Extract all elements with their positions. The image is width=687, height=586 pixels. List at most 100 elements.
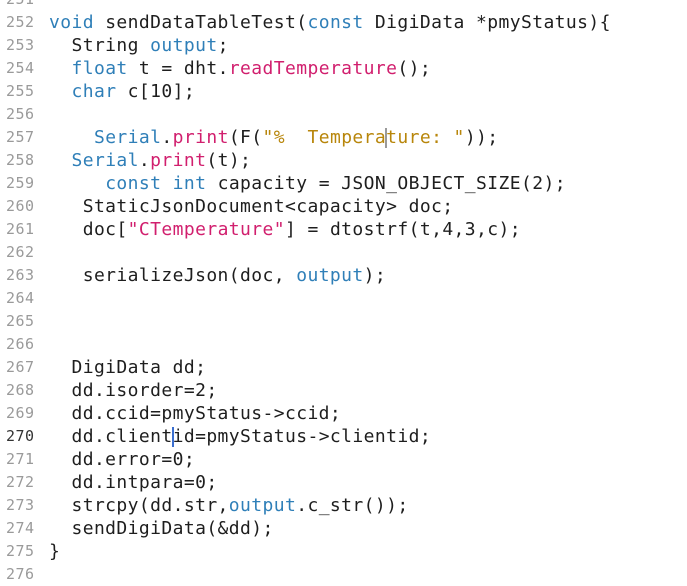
code-token: strcpy(dd.str,: [49, 495, 229, 516]
code-token: output: [228, 495, 297, 516]
line-number: 255: [6, 82, 35, 100]
code-line[interactable]: 262: [0, 241, 687, 264]
code-line-current[interactable]: 270 dd.clientid=pmyStatus->clientid;: [0, 425, 687, 448]
line-number: 264: [6, 289, 35, 307]
code-token: const: [105, 173, 162, 194]
code-line[interactable]: 254 float t = dht.readTemperature();: [0, 57, 687, 80]
code-line[interactable]: 266: [0, 333, 687, 356]
line-number: 273: [6, 496, 35, 514]
code-token: serializeJson(doc,: [49, 265, 297, 286]
code-token: ] = dtostrf(t,4,3,c);: [285, 219, 521, 240]
code-line[interactable]: 261 doc["CTemperature"] = dtostrf(t,4,3,…: [0, 218, 687, 241]
line-number: 257: [6, 128, 35, 146]
code-token: Serial: [71, 150, 139, 171]
code-line[interactable]: 265: [0, 310, 687, 333]
code-line[interactable]: 251: [0, 0, 687, 11]
code-token: dd.client: [49, 426, 173, 447]
code-token: DigiData dd;: [49, 357, 207, 378]
code-line[interactable]: 275}: [0, 540, 687, 563]
code-text[interactable]: float t = dht.readTemperature();: [49, 57, 431, 80]
line-number: 267: [6, 358, 35, 376]
code-line[interactable]: 260 StaticJsonDocument<capacity> doc;: [0, 195, 687, 218]
code-text[interactable]: dd.ccid=pmyStatus->ccid;: [49, 402, 341, 425]
code-token: float: [71, 58, 128, 79]
code-line[interactable]: 252 void sendDataTableTest(const DigiData…: [0, 11, 687, 34]
code-text[interactable]: const int capacity = JSON_OBJECT_SIZE(2)…: [49, 172, 566, 195]
code-token: char: [71, 81, 117, 102]
code-token: ture: ": [386, 127, 465, 148]
code-line[interactable]: 264: [0, 287, 687, 310]
code-text[interactable]: serializeJson(doc, output);: [49, 264, 386, 287]
code-text[interactable]: sendDigiData(&dd);: [49, 517, 274, 540]
code-token: const: [307, 12, 364, 33]
code-text[interactable]: void sendDataTableTest(const DigiData *p…: [49, 11, 611, 34]
code-editor[interactable]: 251252void sendDataTableTest(const DigiD…: [0, 0, 687, 586]
code-line[interactable]: 276: [0, 563, 687, 586]
code-line[interactable]: 258 Serial.print(t);: [0, 149, 687, 172]
code-line[interactable]: 268 dd.isorder=2;: [0, 379, 687, 402]
code-line[interactable]: 257 Serial.print(F("% Temperature: "));: [0, 126, 687, 149]
line-number: 254: [6, 59, 35, 77]
code-line[interactable]: 272 dd.intpara=0;: [0, 471, 687, 494]
code-token: output: [150, 35, 218, 56]
code-text[interactable]: Serial.print(F("% Temperature: "));: [49, 126, 499, 149]
line-number: 276: [6, 565, 35, 583]
line-number: 258: [6, 151, 35, 169]
code-text[interactable]: }: [49, 540, 60, 563]
code-text[interactable]: doc["CTemperature"] = dtostrf(t,4,3,c);: [49, 218, 521, 241]
code-line[interactable]: 255 char c[10];: [0, 80, 687, 103]
line-number: 272: [6, 473, 35, 491]
code-token: print: [172, 127, 229, 148]
line-number: 275: [6, 542, 35, 560]
line-number: 259: [6, 174, 35, 192]
code-token: .c_str());: [296, 495, 409, 516]
code-token: dd.error=0;: [49, 449, 196, 470]
code-line[interactable]: 274 sendDigiData(&dd);: [0, 517, 687, 540]
code-token: .: [138, 150, 151, 171]
code-text[interactable]: dd.isorder=2;: [49, 379, 218, 402]
code-text[interactable]: dd.error=0;: [49, 448, 195, 471]
line-number: 262: [6, 243, 35, 261]
code-token: dd.intpara=0;: [49, 472, 218, 493]
code-line[interactable]: 259 const int capacity = JSON_OBJECT_SIZ…: [0, 172, 687, 195]
code-token: capacity = JSON_OBJECT_SIZE(2);: [206, 173, 566, 194]
line-number: 261: [6, 220, 35, 238]
code-line[interactable]: 269 dd.ccid=pmyStatus->ccid;: [0, 402, 687, 425]
code-line[interactable]: 256: [0, 103, 687, 126]
code-token: (F(: [228, 127, 263, 148]
code-token: t = dht.: [127, 58, 229, 79]
code-line[interactable]: 271 dd.error=0;: [0, 448, 687, 471]
line-number: 270: [6, 427, 35, 445]
line-number: 266: [6, 335, 35, 353]
code-text[interactable]: String output;: [49, 34, 229, 57]
code-text[interactable]: Serial.print(t);: [49, 149, 251, 172]
code-token: print: [150, 150, 207, 171]
line-number: 274: [6, 519, 35, 537]
code-token: c[10];: [116, 81, 196, 102]
line-number: 271: [6, 450, 35, 468]
line-number: 251: [6, 0, 40, 11]
code-text[interactable]: char c[10];: [49, 80, 195, 103]
code-token: }: [49, 541, 61, 562]
code-text[interactable]: dd.intpara=0;: [49, 471, 218, 494]
code-text[interactable]: DigiData dd;: [49, 356, 206, 379]
code-line[interactable]: 267 DigiData dd;: [0, 356, 687, 379]
code-text[interactable]: dd.clientid=pmyStatus->clientid;: [49, 425, 431, 448]
code-token: dd.isorder=2;: [49, 380, 218, 401]
code-text[interactable]: StaticJsonDocument<capacity> doc;: [49, 195, 454, 218]
code-token: Serial: [93, 127, 162, 148]
code-token: ));: [464, 127, 499, 148]
code-text[interactable]: strcpy(dd.str,output.c_str());: [49, 494, 409, 517]
code-line[interactable]: 263 serializeJson(doc, output);: [0, 264, 687, 287]
code-token: id=pmyStatus->clientid;: [172, 426, 432, 447]
code-token: StaticJsonDocument<capacity> doc;: [49, 196, 454, 217]
code-token: (t);: [206, 150, 252, 171]
code-token: String: [49, 35, 151, 56]
code-line[interactable]: 273 strcpy(dd.str,output.c_str());: [0, 494, 687, 517]
code-line[interactable]: 253 String output;: [0, 34, 687, 57]
code-token: DigiData *pmyStatus){: [363, 12, 611, 33]
